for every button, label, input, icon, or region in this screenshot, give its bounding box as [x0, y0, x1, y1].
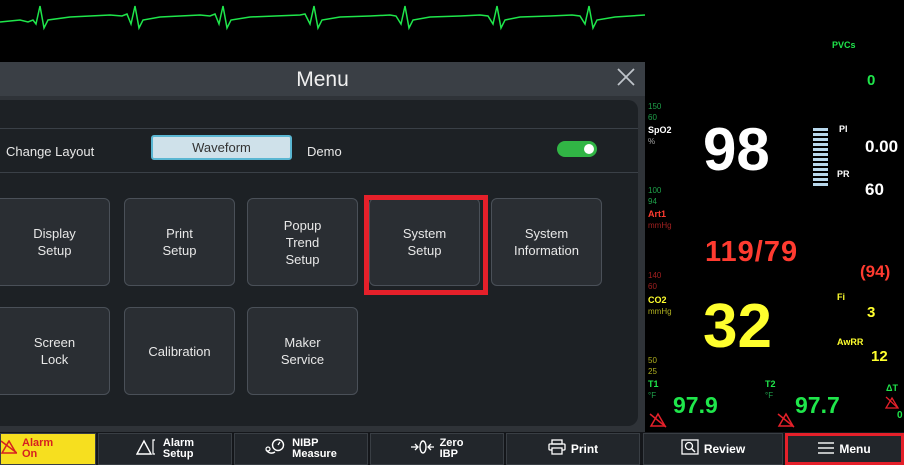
- awrr-value: 12: [871, 348, 888, 365]
- alarm-on-button[interactable]: Alarm On: [0, 433, 96, 465]
- co2-scale-low: 60: [648, 282, 657, 291]
- hamburger-icon: [818, 441, 835, 458]
- art-unit: mmHg: [648, 221, 672, 230]
- spo2-unit: %: [648, 137, 656, 146]
- art-scale-high: 100: [648, 186, 662, 195]
- print-button[interactable]: Print: [506, 433, 640, 465]
- fi-label: Fi: [837, 292, 845, 302]
- divider: [0, 128, 638, 129]
- t2-label: T2: [765, 379, 776, 389]
- co2-label: CO2: [648, 295, 667, 305]
- t2-value: 97.7: [795, 392, 840, 418]
- nibp-cuff-icon: [265, 438, 287, 460]
- art-label: Art1: [648, 209, 667, 219]
- dt-value: 0: [897, 410, 903, 421]
- spo2-scale-high: 150: [648, 102, 662, 111]
- menu-title-bar: Menu: [0, 62, 645, 96]
- nibp-measure-button[interactable]: NIBP Measure: [234, 433, 368, 465]
- fi-value: 3: [867, 304, 876, 321]
- pi-value: 0.00: [865, 137, 899, 156]
- print-label: Print: [570, 442, 599, 456]
- temp-scale-high: 50: [648, 356, 657, 365]
- art-scale-low: 94: [648, 197, 657, 206]
- layout-select-button[interactable]: Waveform: [151, 135, 292, 160]
- change-layout-label: Change Layout: [6, 144, 95, 159]
- co2-unit: mmHg: [648, 307, 672, 316]
- pi-label: PI: [839, 124, 848, 134]
- t2-unit: °F: [765, 391, 774, 400]
- screen-lock-button[interactable]: Screen Lock: [0, 307, 110, 395]
- demo-toggle[interactable]: [557, 141, 597, 157]
- ecg-waveform: [0, 5, 645, 31]
- t1-unit: °F: [648, 391, 657, 400]
- pvcs-value: 0: [867, 72, 876, 89]
- divider: [0, 172, 638, 173]
- printer-icon: [548, 439, 566, 459]
- menu-button[interactable]: Menu: [785, 433, 904, 465]
- highlight-box: [364, 195, 488, 295]
- t1-value: 97.9: [673, 392, 718, 418]
- review-button[interactable]: Review: [643, 433, 783, 465]
- system-information-button[interactable]: System Information: [491, 198, 602, 286]
- zero-icon: [410, 439, 435, 459]
- review-label: Review: [703, 442, 746, 456]
- spo2-scale-low: 60: [648, 113, 657, 122]
- popup-trend-setup-button[interactable]: Popup Trend Setup: [247, 198, 358, 286]
- pr-value: 60: [865, 180, 884, 199]
- dt-alarm-off-icon: [884, 396, 900, 409]
- vitals-panel: PVCs 0 150 60 SpO2 % 98 PI 0.00 PR 60 10…: [645, 0, 904, 432]
- t2-alarm-off-icon: [777, 412, 795, 428]
- zero-ibp-button[interactable]: Zero IBP: [370, 433, 504, 465]
- nibp-line2: Measure: [292, 448, 337, 460]
- menu-label: Menu: [839, 442, 871, 456]
- temp-scale-low: 25: [648, 367, 657, 376]
- spo2-bar-icon: [813, 128, 828, 186]
- alarm-setup-icon: [135, 439, 158, 459]
- spo2-value: 98: [703, 116, 770, 183]
- co2-value: 32: [703, 292, 772, 361]
- demo-label: Demo: [307, 144, 342, 159]
- maker-service-button[interactable]: Maker Service: [247, 307, 358, 395]
- art-value: 119/79: [705, 236, 799, 268]
- alarm-on-line2: On: [22, 448, 38, 460]
- print-setup-button[interactable]: Print Setup: [124, 198, 235, 286]
- pr-label: PR: [837, 169, 850, 179]
- zero-line2: IBP: [439, 448, 458, 460]
- t1-label: T1: [648, 379, 659, 389]
- alarm-setup-line2: Setup: [162, 448, 194, 460]
- close-icon[interactable]: [615, 66, 637, 88]
- co2-scale-high: 140: [648, 271, 662, 280]
- bottom-toolbar: Alarm On Alarm Setup NIBP Measure Zero IBP P…: [0, 432, 904, 465]
- review-icon: [681, 439, 699, 459]
- art-mean: (94): [860, 262, 891, 281]
- pvcs-label: PVCs: [832, 40, 856, 50]
- alarm-setup-button[interactable]: Alarm Setup: [98, 433, 232, 465]
- calibration-button[interactable]: Calibration: [124, 307, 235, 395]
- awrr-label: AwRR: [837, 337, 864, 347]
- menu-dialog: Menu Change Layout Waveform Demo Display…: [0, 62, 645, 432]
- display-setup-button[interactable]: Display Setup: [0, 198, 110, 286]
- alarm-bell-off-icon: [0, 439, 18, 458]
- spo2-label: SpO2: [648, 125, 672, 135]
- t1-alarm-off-icon: [649, 412, 667, 428]
- toggle-knob: [584, 144, 594, 154]
- menu-title: Menu: [296, 68, 349, 91]
- dt-label: ΔT: [886, 383, 898, 393]
